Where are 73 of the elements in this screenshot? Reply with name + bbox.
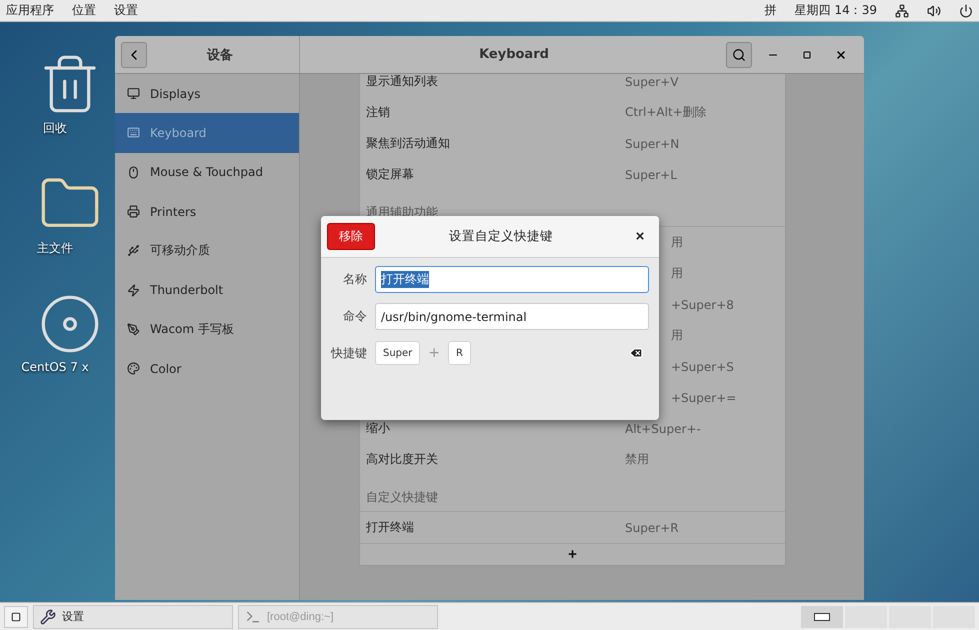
- shortcut-name: 缩小: [366, 420, 391, 437]
- shortcut-name: 锁定屏幕: [366, 166, 415, 183]
- close-icon: [835, 48, 847, 60]
- shortcut-name: 高对比度开关: [366, 451, 439, 468]
- key-cap: Super: [375, 341, 420, 365]
- show-desktop-button[interactable]: [4, 606, 28, 628]
- keyboard-icon: [127, 126, 140, 140]
- input-field[interactable]: /usr/bin/gnome-terminal: [375, 303, 649, 330]
- pen-icon: [127, 322, 140, 336]
- backspace-icon: [629, 346, 643, 360]
- maximize-icon: [803, 50, 811, 58]
- key-cap: R: [448, 341, 471, 365]
- field-label: 命令: [342, 308, 367, 325]
- plus-sign: +: [428, 345, 440, 361]
- shortcut-name: 注销: [366, 104, 391, 121]
- clock[interactable]: 星期四 14：39: [794, 2, 877, 19]
- desktop-icon-label: 主文件: [37, 240, 73, 257]
- usb-stick-icon: [127, 244, 140, 258]
- shortcut-value: 用: [671, 234, 684, 251]
- shortcut-value: Super+V: [625, 74, 680, 88]
- dialog-title: 设置自定义快捷键: [448, 228, 554, 245]
- sidebar-title: 设备: [206, 46, 234, 64]
- shortcut-value: +Super+S: [671, 360, 735, 374]
- menu-item[interactable]: 应用程序: [6, 2, 54, 19]
- sidebar-item[interactable]: Thunderbolt: [115, 270, 299, 310]
- input-field[interactable]: 打开终端: [375, 266, 649, 293]
- shortcut-value: Super+L: [625, 168, 678, 182]
- sidebar-item[interactable]: Mouse & Touchpad: [115, 152, 299, 192]
- shortcut-name: 聚焦到活动通知: [366, 135, 451, 152]
- remove-button[interactable]: 移除: [327, 223, 375, 250]
- workspace-button[interactable]: [801, 606, 843, 628]
- back-button[interactable]: [121, 42, 147, 68]
- wrench-icon: [40, 608, 56, 624]
- printer-icon: [127, 205, 140, 218]
- desktop-icon-label: 回收: [43, 120, 67, 137]
- close-button[interactable]: ×: [627, 227, 653, 246]
- input-method-indicator[interactable]: 拼: [764, 2, 777, 19]
- sidebar-item[interactable]: Displays: [115, 74, 299, 114]
- window-title: Keyboard: [478, 47, 550, 62]
- mouse-icon: [127, 166, 140, 179]
- shortcut-name: 打开终端: [366, 519, 415, 536]
- sidebar-item[interactable]: Color: [115, 349, 299, 388]
- shortcut-value: 用: [671, 327, 684, 344]
- monitor-icon: [127, 87, 140, 100]
- taskbar-button[interactable]: 设置: [33, 604, 233, 628]
- shortcut-value: +Super+8: [671, 298, 735, 312]
- menu-item[interactable]: 设置: [114, 2, 138, 19]
- field-label: 快捷键: [331, 344, 367, 362]
- lightning-icon: [127, 284, 140, 297]
- sidebar-item[interactable]: Printers: [115, 192, 299, 232]
- shortcut-value: +Super+=: [671, 390, 738, 404]
- shortcut-value: Ctrl+Alt+删除: [625, 104, 708, 121]
- field-label: 名称: [342, 271, 367, 288]
- shortcut-name: 显示通知列表: [366, 74, 439, 90]
- desktop-icon-label: CentOS 7 x: [21, 360, 89, 374]
- terminal-icon: [245, 608, 261, 624]
- menu-item[interactable]: 位置: [72, 2, 96, 19]
- shortcut-value: 禁用: [625, 451, 650, 468]
- window-icon: [814, 612, 830, 620]
- shortcut-value: 用: [671, 265, 684, 282]
- search-button[interactable]: [726, 42, 752, 68]
- power-icon[interactable]: [959, 4, 973, 18]
- shortcut-value: Super+N: [625, 136, 680, 150]
- section-header: 自定义快捷键: [360, 475, 785, 512]
- shortcut-value: Super+R: [625, 520, 680, 534]
- windows-icon: [11, 612, 21, 622]
- search-icon: [732, 48, 746, 62]
- volume-icon[interactable]: [927, 4, 941, 18]
- sidebar-item[interactable]: 可移动介质: [115, 231, 299, 270]
- palette-icon: [127, 362, 140, 376]
- shortcut-value: Alt+Super+-: [625, 422, 702, 436]
- network-icon[interactable]: [895, 4, 909, 18]
- sidebar-item[interactable]: Wacom 手写板: [115, 310, 299, 350]
